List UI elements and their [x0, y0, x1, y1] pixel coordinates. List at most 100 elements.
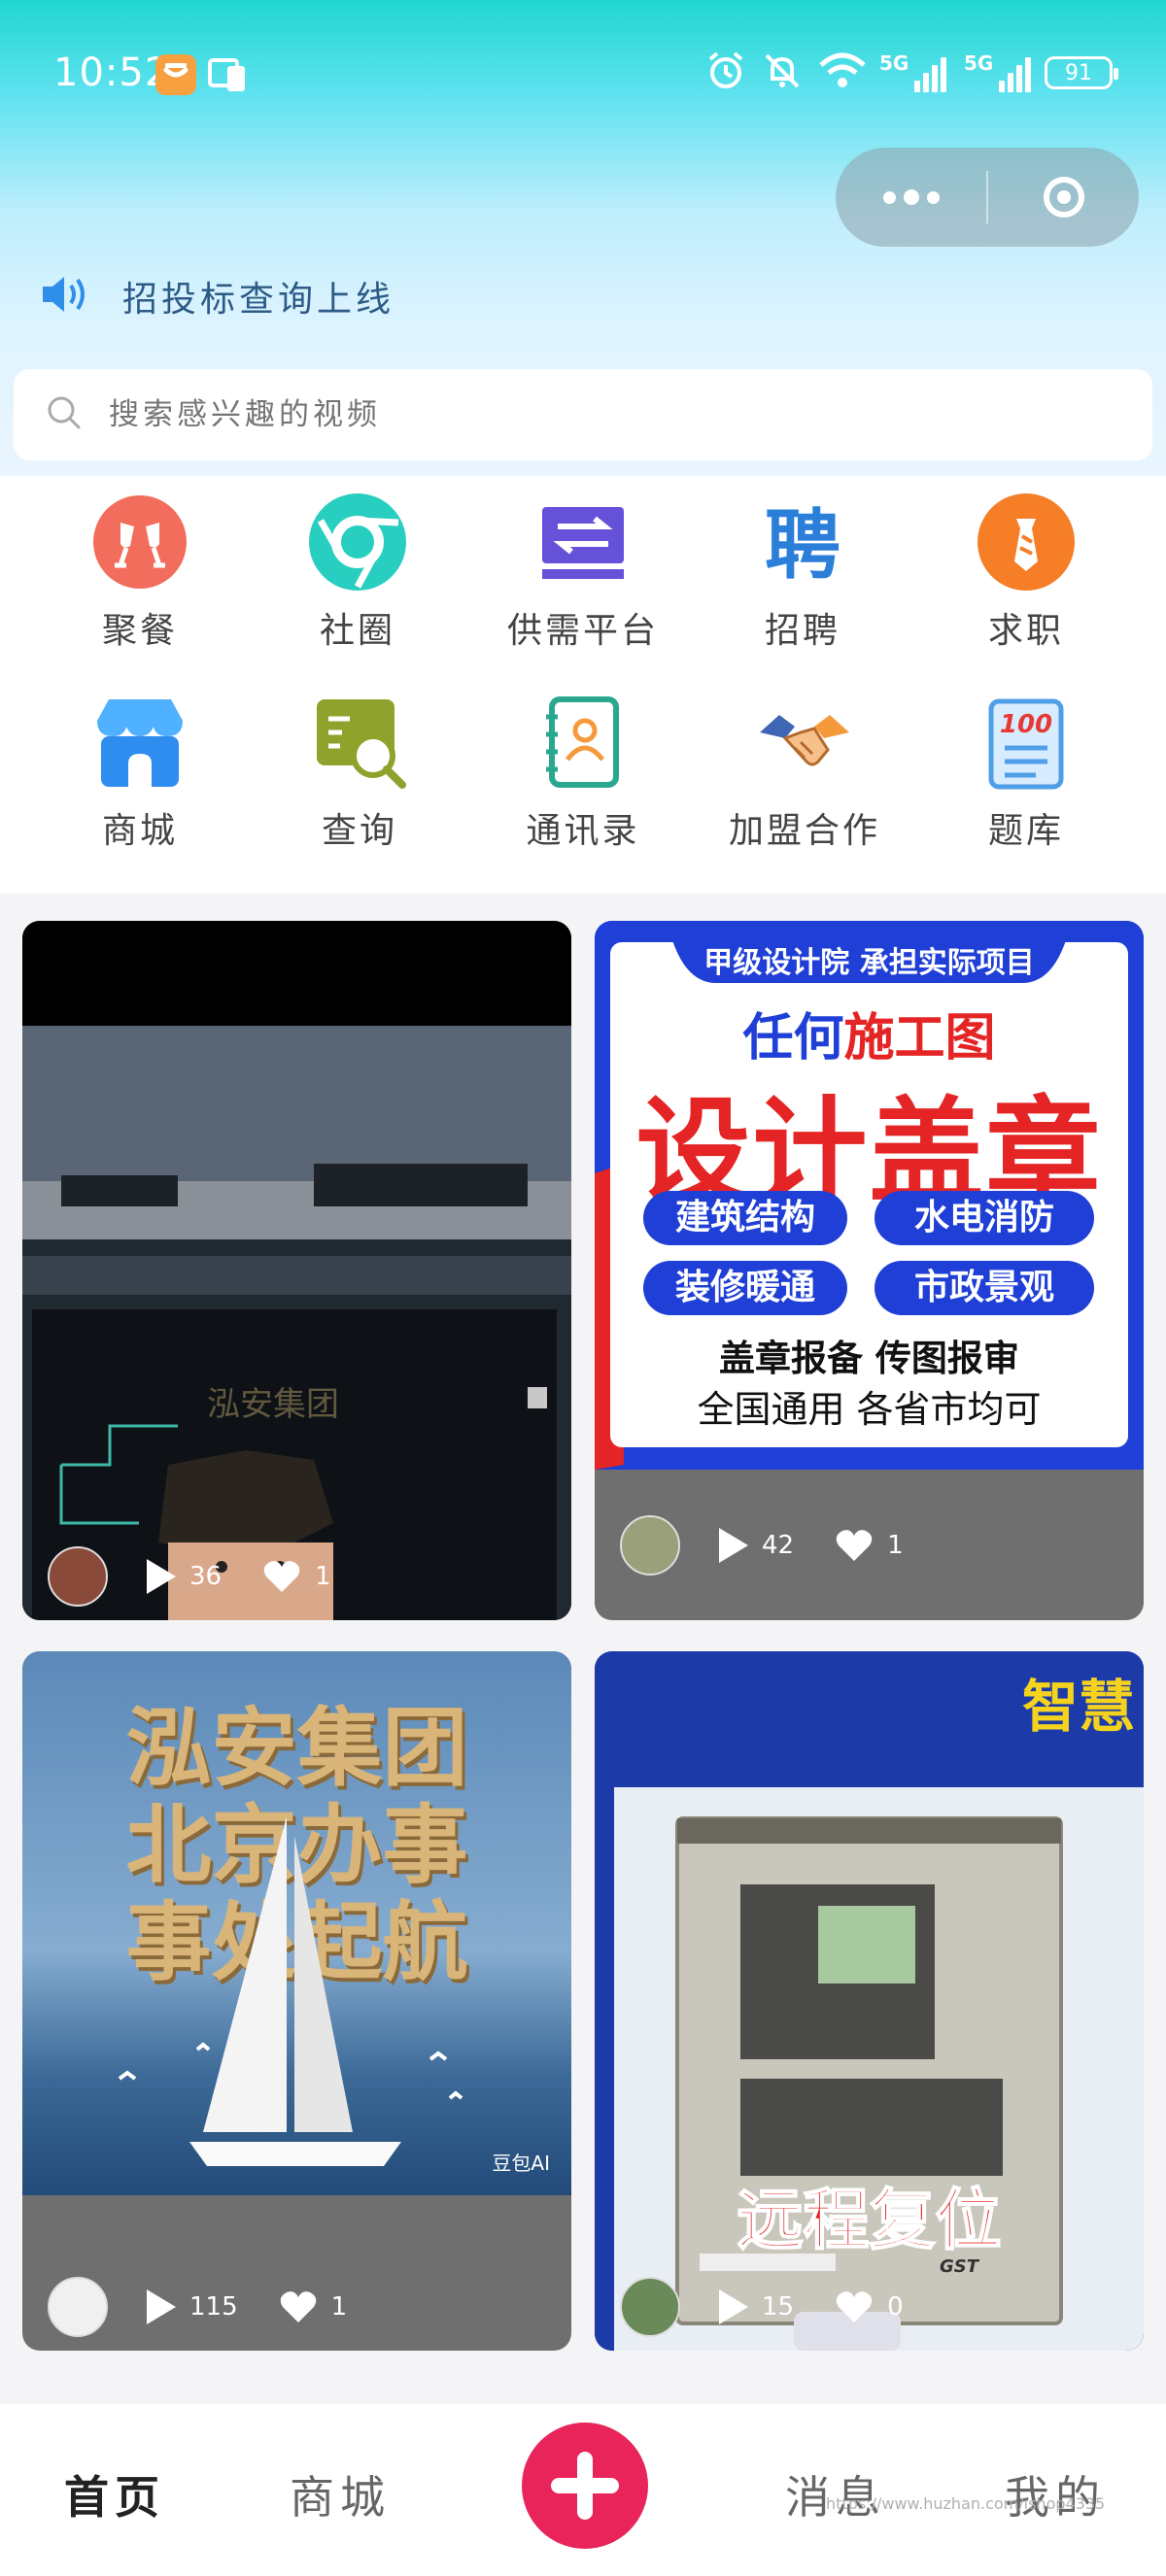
- panel-headline: 远程复位: [736, 2182, 1002, 2260]
- contact-book-icon: [534, 694, 632, 791]
- search-bar[interactable]: [14, 369, 1152, 460]
- video-overlay-text: 泓安集团: [207, 1385, 339, 1424]
- like-count: 1: [330, 2292, 348, 2322]
- like-icon[interactable]: [262, 1559, 301, 1594]
- feed-card[interactable]: 甲级设计院 承担实际项目 任何施工图 设计盖章 建筑结构 水电消防 装修暖通 市…: [595, 921, 1144, 1620]
- menu-label: 商城: [101, 811, 178, 851]
- mini-program-capsule: [836, 148, 1139, 247]
- menu-item-query[interactable]: 查询: [249, 694, 470, 888]
- menu-item-recruit[interactable]: 聘 招聘: [692, 493, 913, 688]
- play-count: 115: [189, 2292, 238, 2322]
- notice-text: 招投标查询上线: [122, 280, 395, 320]
- close-button[interactable]: [988, 148, 1139, 247]
- menu-label: 求职: [987, 611, 1064, 651]
- menu-label: 通讯录: [526, 811, 640, 851]
- tab-home[interactable]: 首页: [64, 2462, 165, 2526]
- video-thumbnail: 智慧 远程复位 GST: [595, 1651, 1144, 2351]
- sailboat-icon: [118, 1816, 463, 2166]
- menu-item-mall[interactable]: 商城: [29, 694, 251, 888]
- battery-level: 91: [1065, 60, 1092, 85]
- handshake-icon: [756, 694, 853, 791]
- search-input[interactable]: [107, 396, 985, 433]
- target-close-icon: [1043, 177, 1084, 218]
- poster-tag: 市政景观: [874, 1261, 1094, 1315]
- svg-text:100: 100: [1000, 710, 1052, 739]
- status-time: 10:52: [53, 51, 171, 95]
- menu-item-franchise[interactable]: 加盟合作: [694, 694, 915, 888]
- more-button[interactable]: [836, 148, 986, 247]
- notice-bar[interactable]: 招投标查询上线: [39, 267, 394, 325]
- menu-item-question-bank[interactable]: 100 题库: [915, 694, 1137, 888]
- menu-item-supply-demand[interactable]: 供需平台: [472, 493, 694, 688]
- menu-label: 供需平台: [506, 611, 659, 651]
- search-icon: [45, 393, 84, 436]
- card-stats: 42 1: [595, 1470, 1144, 1620]
- ai-badge: 豆包AI: [492, 2152, 550, 2175]
- wifi-icon: [817, 50, 868, 96]
- network-type-2: 5G: [964, 51, 994, 75]
- recruit-char-icon: 聘: [754, 493, 851, 591]
- search-document-icon: [311, 694, 408, 791]
- like-count: 0: [887, 2292, 904, 2322]
- corner-text: 智慧: [1022, 1674, 1136, 1740]
- watermark: https://www.huzhan.com/ishop4335: [826, 2494, 1106, 2513]
- like-icon[interactable]: [279, 2289, 318, 2324]
- poster-tag: 水电消防: [874, 1191, 1094, 1245]
- signal-1-icon: 5G: [879, 51, 946, 92]
- poster-line4: 全国通用 各省市均可: [697, 1388, 1042, 1431]
- play-count-icon: [719, 2289, 748, 2324]
- battery-icon: 91: [1045, 56, 1118, 89]
- feed-card[interactable]: 智慧 远程复位 GST 15 0: [595, 1651, 1144, 2351]
- toast-cheers-icon: [91, 493, 189, 591]
- like-count: 1: [315, 1562, 331, 1591]
- feed-card[interactable]: 泓安集团 北京办事 事处起航 豆包AI 115 1: [22, 1651, 571, 2351]
- menu-item-dinner[interactable]: 聚餐: [29, 493, 251, 688]
- card-stats: 36 1: [22, 1533, 571, 1620]
- play-count: 36: [189, 1562, 223, 1591]
- alarm-icon: [704, 50, 747, 96]
- play-count-icon: [719, 1527, 748, 1563]
- feed-card[interactable]: 泓安集团 36 1: [22, 921, 571, 1620]
- menu-item-social[interactable]: 社圈: [247, 493, 468, 688]
- quiz-score-icon: 100: [977, 694, 1075, 791]
- menu-label: 聚餐: [101, 611, 178, 651]
- like-count: 1: [887, 1530, 904, 1560]
- more-dots-icon: [882, 190, 896, 204]
- card-stats: 15 0: [595, 2263, 1144, 2351]
- poster-line3: 盖章报备 传图报审: [719, 1338, 1019, 1379]
- mute-icon: [761, 50, 804, 96]
- poster-thumbnail: 泓安集团 北京办事 事处起航 豆包AI: [22, 1651, 571, 2195]
- app-notification-icon: [155, 54, 196, 95]
- exchange-arrows-icon: [534, 493, 632, 591]
- feature-menu: 聚餐 社圈 供需平台 聘 招聘 求职 商城 查询 通讯录 加盟合作 100 题库: [0, 476, 1166, 894]
- publish-button[interactable]: [522, 2423, 648, 2549]
- author-avatar[interactable]: [620, 2277, 680, 2337]
- author-avatar[interactable]: [48, 1546, 108, 1607]
- signal-2-icon: 5G: [964, 51, 1031, 92]
- bottom-tab-bar: 首页 商城 消息 我的 https://www.huzhan.com/ishop…: [0, 2404, 1166, 2576]
- menu-label: 题库: [987, 811, 1064, 851]
- menu-label: 查询: [321, 811, 397, 851]
- author-avatar[interactable]: [48, 2277, 108, 2337]
- play-count: 42: [762, 1530, 795, 1560]
- poster-tag: 建筑结构: [643, 1191, 847, 1245]
- menu-label: 社圈: [319, 611, 395, 651]
- like-icon[interactable]: [835, 1528, 874, 1563]
- play-count: 15: [762, 2292, 795, 2322]
- like-icon[interactable]: [835, 2289, 874, 2324]
- tab-mall[interactable]: 商城: [290, 2462, 391, 2526]
- card-stats: 115 1: [22, 2263, 571, 2351]
- menu-label: 加盟合作: [728, 811, 880, 851]
- tie-icon: [977, 493, 1075, 591]
- poster-banner: 甲级设计院 承担实际项目: [703, 946, 1035, 980]
- status-bar: 10:52 5G 5G 91: [0, 0, 1166, 146]
- speaker-icon: [39, 271, 93, 322]
- cast-icon: [208, 54, 251, 95]
- menu-item-contacts[interactable]: 通讯录: [472, 694, 694, 888]
- menu-item-job-seek[interactable]: 求职: [915, 493, 1137, 688]
- menu-label: 招聘: [764, 611, 840, 651]
- play-count-icon: [147, 2289, 176, 2324]
- svg-text:聘: 聘: [765, 502, 840, 590]
- circle-ring-icon: [309, 493, 406, 591]
- author-avatar[interactable]: [620, 1514, 680, 1576]
